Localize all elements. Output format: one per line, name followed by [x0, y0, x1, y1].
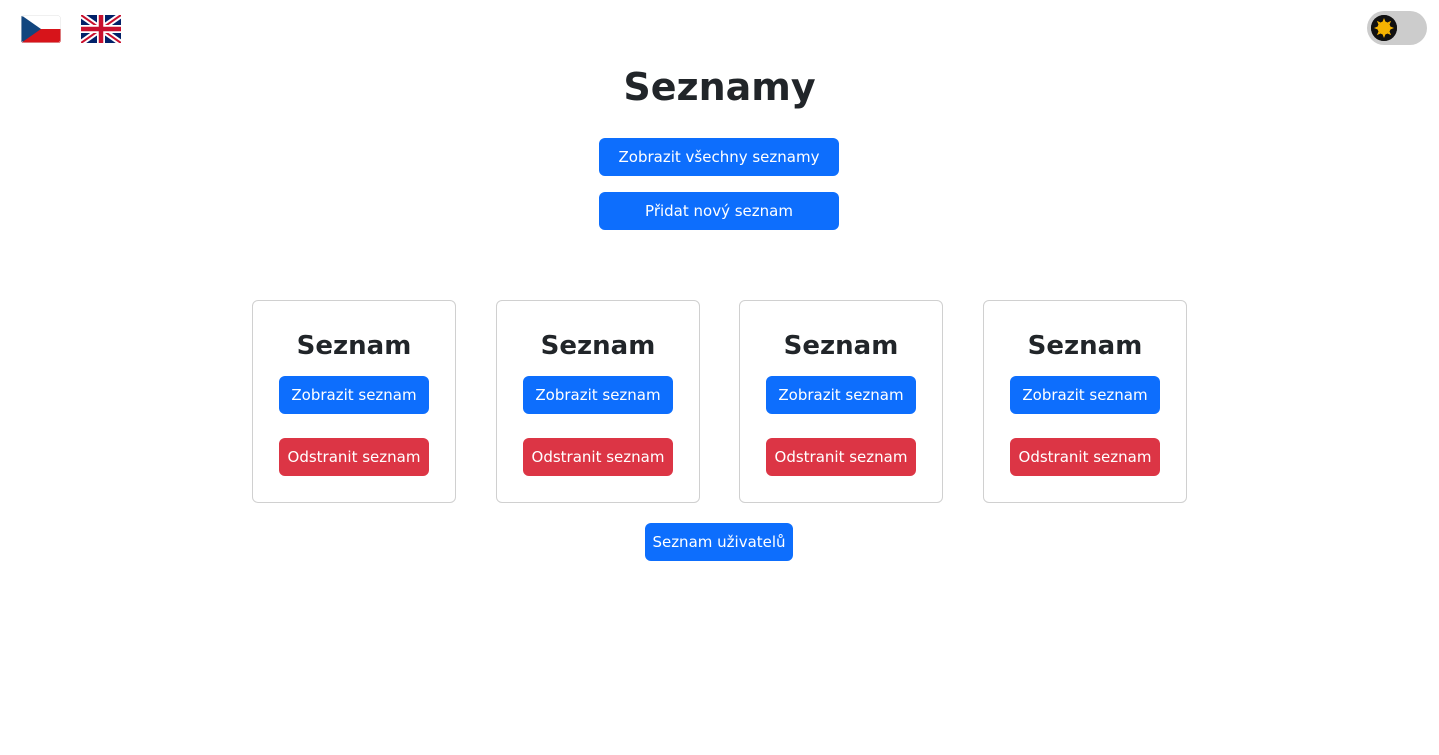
- delete-list-button[interactable]: Odstranit seznam: [1010, 438, 1160, 476]
- delete-list-button[interactable]: Odstranit seznam: [279, 438, 429, 476]
- list-card: Seznam Zobrazit seznam Odstranit seznam: [496, 300, 700, 503]
- user-list-button[interactable]: Seznam uživatelů: [645, 523, 793, 561]
- theme-toggle[interactable]: [1367, 11, 1427, 45]
- list-card: Seznam Zobrazit seznam Odstranit seznam: [983, 300, 1187, 503]
- card-title: Seznam: [1027, 331, 1143, 361]
- card-title: Seznam: [540, 331, 656, 361]
- view-list-button[interactable]: Zobrazit seznam: [279, 376, 429, 414]
- card-title: Seznam: [783, 331, 899, 361]
- delete-list-button[interactable]: Odstranit seznam: [523, 438, 673, 476]
- top-bar: [0, 0, 1439, 56]
- sun-icon: [1371, 15, 1397, 41]
- page-title: Seznamy: [623, 65, 816, 109]
- add-new-list-button[interactable]: Přidat nový seznam: [599, 192, 839, 230]
- czech-flag-icon[interactable]: [21, 15, 61, 43]
- uk-flag-icon[interactable]: [81, 15, 121, 43]
- view-list-button[interactable]: Zobrazit seznam: [1010, 376, 1160, 414]
- list-cards: Seznam Zobrazit seznam Odstranit seznam …: [252, 300, 1187, 503]
- view-list-button[interactable]: Zobrazit seznam: [766, 376, 916, 414]
- delete-list-button[interactable]: Odstranit seznam: [766, 438, 916, 476]
- list-card: Seznam Zobrazit seznam Odstranit seznam: [739, 300, 943, 503]
- show-all-lists-button[interactable]: Zobrazit všechny seznamy: [599, 138, 839, 176]
- view-list-button[interactable]: Zobrazit seznam: [523, 376, 673, 414]
- list-card: Seznam Zobrazit seznam Odstranit seznam: [252, 300, 456, 503]
- card-title: Seznam: [296, 331, 412, 361]
